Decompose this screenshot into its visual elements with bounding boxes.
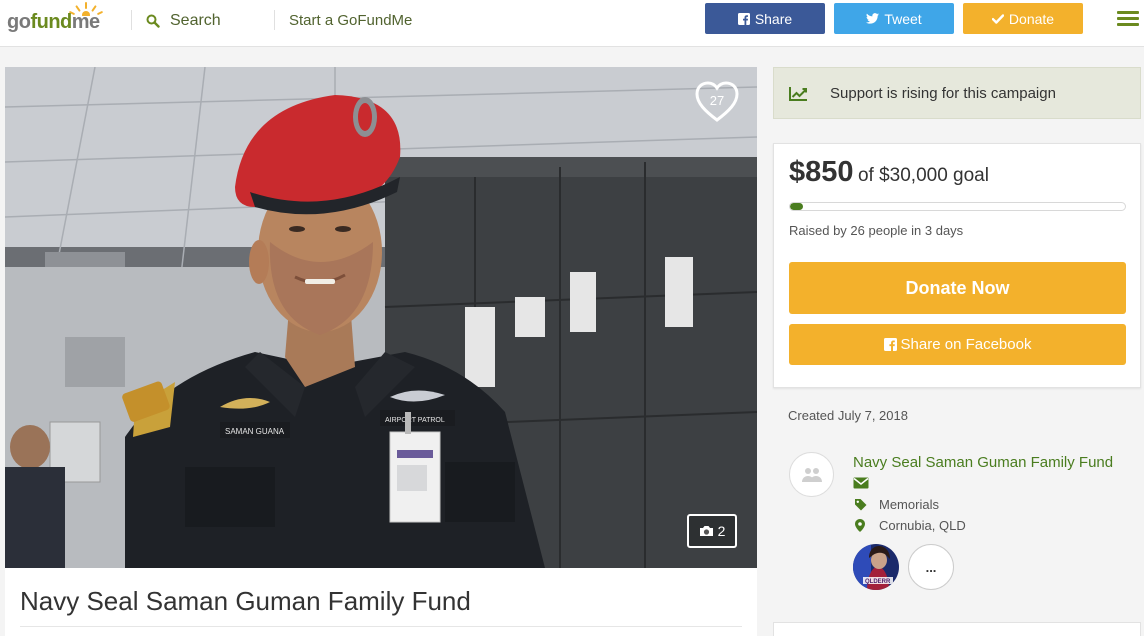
tag-icon — [854, 498, 866, 510]
organizer-name-link[interactable]: Navy Seal Saman Guman Family Fund — [853, 454, 1113, 471]
heart-button[interactable]: 27 — [695, 81, 739, 123]
amount-raised: $850 of $30,000 goal — [789, 156, 989, 189]
category-text: Memorials — [879, 496, 939, 512]
tweet-label: Tweet — [884, 10, 922, 27]
donate-now-button[interactable]: Donate Now — [789, 262, 1126, 314]
header-divider — [274, 10, 275, 30]
hamburger-menu-icon[interactable] — [1117, 11, 1139, 27]
goal-text: of $30,000 goal — [857, 165, 989, 186]
share-button[interactable]: Share — [705, 3, 825, 34]
tweet-button[interactable]: Tweet — [834, 3, 954, 34]
mail-icon[interactable] — [853, 477, 869, 489]
logo-wordmark: gofundme — [7, 11, 100, 34]
logo-fund: fund — [30, 11, 72, 33]
search-label: Search — [170, 12, 221, 29]
share-label: Share — [754, 10, 793, 27]
donor-avatar-image: QLDERR — [853, 544, 899, 590]
organizer-avatar — [789, 452, 834, 497]
campaign-photo[interactable]: SAMAN GUANA AIRPORT PATROL 27 2 — [5, 67, 757, 568]
trending-text: Support is rising for this campaign — [830, 84, 1056, 102]
search-link[interactable]: Search — [146, 10, 221, 32]
raised-by-text: Raised by 26 people in 3 days — [789, 223, 964, 238]
location-row: Cornubia, QLD — [853, 516, 966, 534]
amount-value: $850 — [789, 156, 854, 188]
divider — [20, 626, 742, 627]
trending-banner: Support is rising for this campaign — [773, 67, 1141, 119]
location-text: Cornubia, QLD — [879, 517, 966, 533]
facebook-icon — [737, 12, 750, 25]
svg-text:AIRPORT PATROL: AIRPORT PATROL — [385, 417, 445, 424]
next-card — [773, 622, 1141, 636]
map-pin-icon — [855, 518, 865, 532]
top-nav: gofundme Search Start a GoFundMe Share T… — [0, 0, 1144, 47]
start-gofundme-link[interactable]: Start a GoFundMe — [289, 12, 412, 29]
camera-icon — [699, 526, 713, 536]
donor-avatar-label: QLDERR — [865, 579, 891, 585]
campaign-title-card: Navy Seal Saman Guman Family Fund — [5, 568, 757, 636]
more-donors-button[interactable]: ... — [908, 544, 954, 590]
campaign-title: Navy Seal Saman Guman Family Fund — [20, 586, 471, 616]
header-donate-button[interactable]: Donate — [963, 3, 1083, 34]
svg-text:SAMAN GUANA: SAMAN GUANA — [225, 427, 285, 436]
heart-count: 27 — [709, 93, 725, 108]
logo-go: go — [7, 11, 31, 33]
header-divider — [131, 10, 132, 30]
photo-count: 2 — [717, 523, 726, 539]
photo-gallery-button[interactable]: 2 — [687, 514, 737, 548]
facebook-icon — [883, 338, 897, 351]
share-on-facebook-label: Share on Facebook — [900, 336, 1032, 353]
trending-up-icon — [789, 86, 807, 101]
donate-label: Donate — [1008, 10, 1055, 27]
share-on-facebook-button[interactable]: Share on Facebook — [789, 324, 1126, 365]
progress-bar — [789, 202, 1126, 211]
people-icon — [801, 467, 822, 482]
category-row: Memorials — [853, 495, 939, 513]
donor-avatar[interactable]: QLDERR — [853, 544, 899, 590]
search-icon — [146, 14, 160, 28]
donation-card: $850 of $30,000 goal Raised by 26 people… — [773, 143, 1141, 388]
progress-fill — [790, 203, 804, 210]
checkmark-icon — [991, 13, 1004, 24]
campaign-photo-illustration: SAMAN GUANA AIRPORT PATROL — [5, 67, 757, 568]
logo-me: me — [71, 11, 100, 33]
twitter-icon — [866, 13, 880, 24]
created-date: Created July 7, 2018 — [788, 408, 908, 423]
